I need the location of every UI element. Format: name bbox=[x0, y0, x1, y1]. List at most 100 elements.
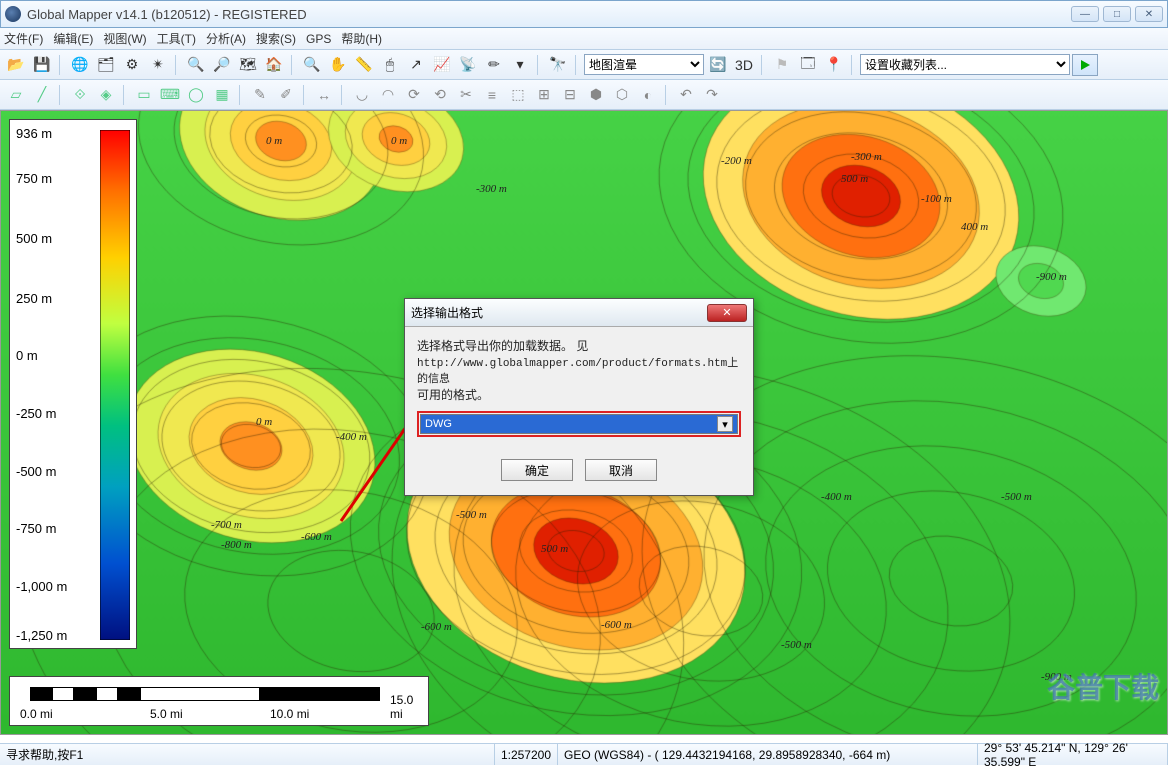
grid-icon[interactable]: ▦ bbox=[210, 83, 234, 107]
zoom-tool-icon[interactable]: 🔍 bbox=[300, 53, 324, 77]
home-icon[interactable]: 🏠 bbox=[262, 53, 286, 77]
edit2-icon[interactable]: ✐ bbox=[274, 83, 298, 107]
status-bar: 寻求帮助,按F1 1:257200 GEO (WGS84) - ( 129.44… bbox=[0, 743, 1168, 765]
menu-view[interactable]: 视图(W) bbox=[103, 30, 146, 47]
move-icon[interactable]: ↔ bbox=[312, 83, 336, 107]
menu-analyze[interactable]: 分析(A) bbox=[206, 30, 246, 47]
maximize-button[interactable]: □ bbox=[1103, 6, 1131, 22]
dialog-close-button[interactable]: ✕ bbox=[707, 304, 747, 322]
undo-icon[interactable]: ↶ bbox=[674, 83, 698, 107]
d3-icon[interactable]: ⟳ bbox=[402, 83, 426, 107]
legend-tick: -1,000 m bbox=[16, 579, 67, 594]
d9-icon[interactable]: ⊟ bbox=[558, 83, 582, 107]
save-icon[interactable]: 💾 bbox=[30, 53, 54, 77]
track-icon[interactable]: 📍 bbox=[822, 53, 846, 77]
legend-tick: -500 m bbox=[16, 464, 56, 479]
menu-edit[interactable]: 编辑(E) bbox=[53, 30, 93, 47]
layers-icon[interactable]: 🗂 bbox=[94, 53, 118, 77]
cancel-button[interactable]: 取消 bbox=[585, 459, 657, 481]
full-extent-icon[interactable]: 🗺 bbox=[236, 53, 260, 77]
info-icon[interactable]: 🖱 bbox=[378, 53, 402, 77]
menu-help[interactable]: 帮助(H) bbox=[341, 30, 382, 47]
pencil-icon[interactable]: ✏ bbox=[482, 53, 506, 77]
play-button[interactable] bbox=[1072, 54, 1098, 76]
contour-label: 0 m bbox=[266, 135, 282, 147]
binoculars-icon[interactable]: 🔭 bbox=[546, 53, 570, 77]
menu-file[interactable]: 文件(F) bbox=[4, 30, 43, 47]
point-icon[interactable]: ⟐ bbox=[68, 83, 92, 107]
contour-label: -500 m bbox=[456, 509, 487, 521]
refresh-icon[interactable]: 🔄 bbox=[706, 53, 730, 77]
menu-gps[interactable]: GPS bbox=[306, 32, 331, 46]
zoom-in-icon[interactable]: 🔍 bbox=[184, 53, 208, 77]
contour-label: -100 m bbox=[921, 193, 952, 205]
pan-icon[interactable]: ✋ bbox=[326, 53, 350, 77]
measure-icon[interactable]: 📏 bbox=[352, 53, 376, 77]
globe-icon[interactable]: 🌐 bbox=[68, 53, 92, 77]
close-button[interactable]: ✕ bbox=[1135, 6, 1163, 22]
format-combo-value: DWG bbox=[425, 418, 452, 430]
dropdown-arrow-icon[interactable]: ▾ bbox=[717, 416, 733, 432]
d6-icon[interactable]: ≡ bbox=[480, 83, 504, 107]
box-icon[interactable]: 🗔 bbox=[796, 53, 820, 77]
profile-icon[interactable]: 📈 bbox=[430, 53, 454, 77]
menu-search[interactable]: 搜索(S) bbox=[256, 30, 296, 47]
d1-icon[interactable]: ◡ bbox=[350, 83, 374, 107]
contour-label: -600 m bbox=[301, 531, 332, 543]
scale-label: 5.0 mi bbox=[150, 707, 183, 721]
dialog-title: 选择输出格式 bbox=[411, 304, 483, 321]
contour-label: -400 m bbox=[821, 491, 852, 503]
legend-tick: 250 m bbox=[16, 291, 52, 306]
circle-icon[interactable]: ◯ bbox=[184, 83, 208, 107]
window-title: Global Mapper v14.1 (b120512) - REGISTER… bbox=[27, 7, 1071, 22]
dialog-text-1: 选择格式导出你的加载数据。 见 bbox=[417, 337, 741, 354]
dialog-body: 选择格式导出你的加载数据。 见 http://www.globalmapper.… bbox=[405, 327, 753, 447]
d8-icon[interactable]: ⊞ bbox=[532, 83, 556, 107]
point2-icon[interactable]: ◈ bbox=[94, 83, 118, 107]
tool-icon[interactable]: ✴ bbox=[146, 53, 170, 77]
menu-bar: 文件(F) 编辑(E) 视图(W) 工具(T) 分析(A) 搜索(S) GPS … bbox=[0, 28, 1168, 50]
code-icon[interactable]: ⌨ bbox=[158, 83, 182, 107]
create-line-icon[interactable]: ╱ bbox=[30, 83, 54, 107]
d11-icon[interactable]: ⬡ bbox=[610, 83, 634, 107]
legend-tick: 750 m bbox=[16, 171, 52, 186]
render-mode-combo[interactable]: 地图渲晕 bbox=[584, 54, 704, 75]
menu-tools[interactable]: 工具(T) bbox=[157, 30, 196, 47]
status-help: 寻求帮助,按F1 bbox=[0, 744, 495, 765]
d10-icon[interactable]: ⬢ bbox=[584, 83, 608, 107]
contour-label: -700 m bbox=[211, 519, 242, 531]
d2-icon[interactable]: ◠ bbox=[376, 83, 400, 107]
scale-bar: 0.0 mi 5.0 mi 10.0 mi 15.0 mi bbox=[9, 676, 429, 726]
config-icon[interactable]: ⚙ bbox=[120, 53, 144, 77]
antenna-icon[interactable]: 📡 bbox=[456, 53, 480, 77]
flag-icon[interactable]: ⚑ bbox=[770, 53, 794, 77]
open-icon[interactable]: 📂 bbox=[4, 53, 28, 77]
format-combo[interactable]: DWG ▾ bbox=[420, 414, 738, 434]
scale-label: 0.0 mi bbox=[20, 707, 53, 721]
legend-tick: -250 m bbox=[16, 406, 56, 421]
zoom-out-icon[interactable]: 🔎 bbox=[210, 53, 234, 77]
d5-icon[interactable]: ✂ bbox=[454, 83, 478, 107]
edit1-icon[interactable]: ✎ bbox=[248, 83, 272, 107]
digitizer-toolbar: ▱ ╱ ⟐ ◈ ▭ ⌨ ◯ ▦ ✎ ✐ ↔ ◡ ◠ ⟳ ⟲ ✂ ≡ ⬚ ⊞ ⊟ … bbox=[0, 80, 1168, 110]
minimize-button[interactable]: — bbox=[1071, 6, 1099, 22]
contour-label: -900 m bbox=[1036, 271, 1067, 283]
contour-label: -500 m bbox=[781, 639, 812, 651]
3d-icon[interactable]: 3D bbox=[732, 53, 756, 77]
rect-icon[interactable]: ▭ bbox=[132, 83, 156, 107]
contour-label: -400 m bbox=[336, 431, 367, 443]
dialog-title-bar[interactable]: 选择输出格式 ✕ bbox=[405, 299, 753, 327]
contour-label: -500 m bbox=[1001, 491, 1032, 503]
ok-button[interactable]: 确定 bbox=[501, 459, 573, 481]
d7-icon[interactable]: ⬚ bbox=[506, 83, 530, 107]
favorites-combo[interactable]: 设置收藏列表... bbox=[860, 54, 1070, 75]
dialog-text-2: http://www.globalmapper.com/product/form… bbox=[417, 354, 741, 386]
dropdown-icon[interactable]: ▾ bbox=[508, 53, 532, 77]
d4-icon[interactable]: ⟲ bbox=[428, 83, 452, 107]
format-combo-highlight: DWG ▾ bbox=[417, 411, 741, 437]
redo-icon[interactable]: ↷ bbox=[700, 83, 724, 107]
select-icon[interactable]: ↗ bbox=[404, 53, 428, 77]
title-bar: Global Mapper v14.1 (b120512) - REGISTER… bbox=[0, 0, 1168, 28]
create-area-icon[interactable]: ▱ bbox=[4, 83, 28, 107]
d12-icon[interactable]: ◐ bbox=[636, 83, 660, 107]
